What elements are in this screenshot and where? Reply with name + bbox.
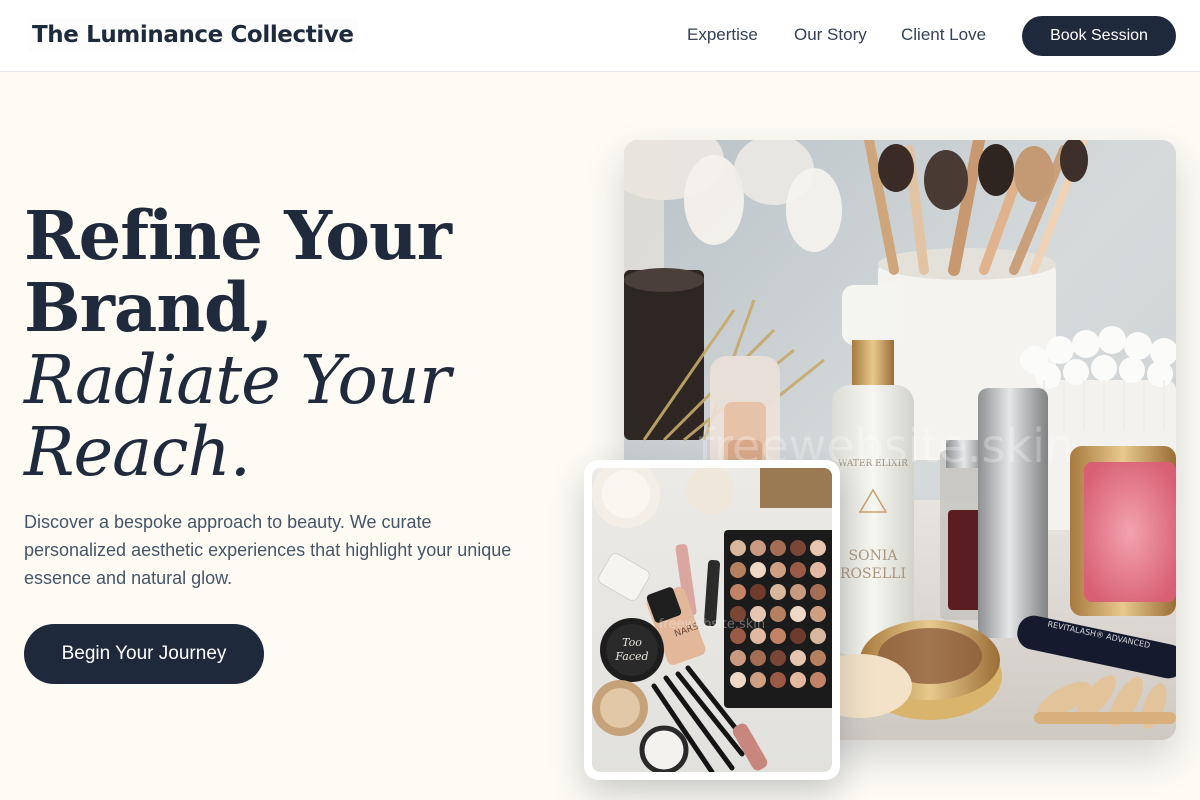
nav-link-our-story[interactable]: Our Story [794,24,867,46]
eyeshadow-pan [810,562,826,578]
eyeshadow-pan [750,562,766,578]
eyeshadow-pan [790,540,806,556]
eyeshadow-pan [770,562,786,578]
inset-image-watermark: freewebsite.skin [659,617,765,632]
book-session-button[interactable]: Book Session [1022,16,1176,56]
nav-link-client-love[interactable]: Client Love [901,24,986,46]
eyeshadow-pan [810,606,826,622]
eyeshadow-pan [790,672,806,688]
eyeshadow-pan [730,540,746,556]
eyeshadow-pan [750,650,766,666]
hero-title-line-3: Radiate Your [24,341,451,419]
serum-brand-text-2: ROSELLI [840,566,906,582]
eyeshadow-pan [790,628,806,644]
eyeshadow-pan [810,672,826,688]
serum-brand-text-1: SONIA [849,548,899,564]
eyeshadow-pan [730,584,746,600]
eyeshadow-pan [810,628,826,644]
eyeshadow-pan [770,628,786,644]
eyeshadow-pan [790,650,806,666]
eyeshadow-pan [750,584,766,600]
begin-journey-button[interactable]: Begin Your Journey [24,624,264,684]
eyeshadow-pan [770,672,786,688]
eyeshadow-pan [810,584,826,600]
inset-pot-label-2: Faced [614,650,648,663]
hero-title-line-2: Brand, [24,268,273,347]
hero-inset-image: NARS Too Faced freewebsite.skin [584,460,840,780]
eyeshadow-pan [770,540,786,556]
hero-title-line-4: Reach. [24,413,251,491]
inset-pot-label-1: Too [622,636,642,649]
eyeshadow-pan [810,540,826,556]
eyeshadow-pan [810,650,826,666]
eyeshadow-pan [790,584,806,600]
brand-logo[interactable]: The Luminance Collective [28,18,358,52]
eyeshadow-pan [730,650,746,666]
eyeshadow-pan [770,606,786,622]
eyeshadow-pan [790,562,806,578]
eyeshadow-pan [750,672,766,688]
eyeshadow-pan [730,672,746,688]
hero-title: Refine Your Brand, Radiate Your Reach. [24,196,544,491]
eyeshadow-pan [770,584,786,600]
hero-title-line-1: Refine Your [24,196,452,275]
eyeshadow-pan [730,562,746,578]
site-header: The Luminance Collective Expertise Our S… [0,0,1200,72]
eyeshadow-pan [770,650,786,666]
hero-description: Discover a bespoke approach to beauty. W… [24,512,512,588]
nav-link-expertise[interactable]: Expertise [687,24,758,46]
eyeshadow-pan [750,540,766,556]
eyeshadow-pan [790,606,806,622]
